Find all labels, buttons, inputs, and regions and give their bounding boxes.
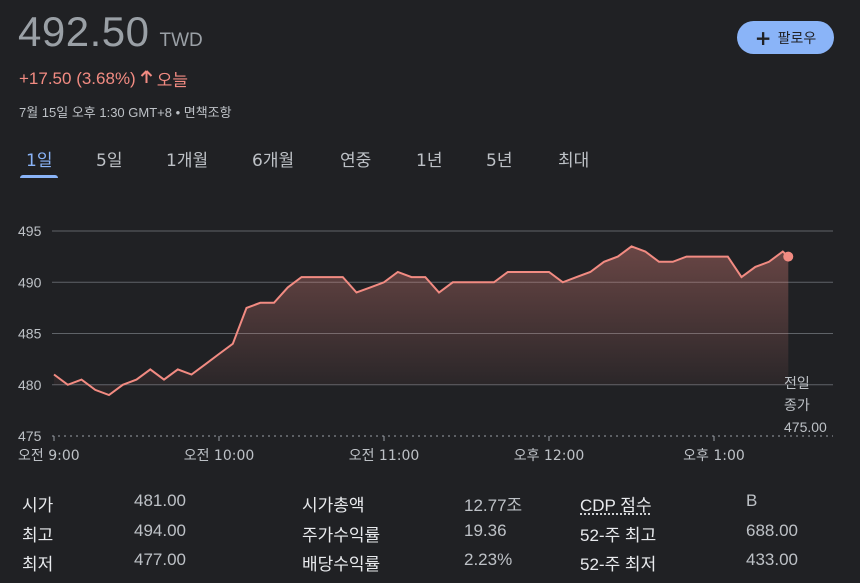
x-tick-label: 오전 10:00 [184,448,255,464]
stat-market-cap: 시가총액 12.77조 [302,496,523,515]
currency-code: TWD [159,30,203,51]
tab-max[interactable]: 최대 [552,146,595,178]
follow-label: 팔로우 [777,30,817,47]
stat-52w-high: 52-주 최고 688.00 [580,521,798,545]
x-tick-label: 오전 11:00 [349,448,420,464]
stat-open: 시가 481.00 [22,491,186,515]
stat-pe-ratio: 주가수익률 19.36 [302,521,507,545]
y-tick-label: 485 [18,326,42,342]
tab-1d[interactable]: 1일 [20,146,59,178]
x-tick-label: 오전 9:00 [18,448,80,464]
tab-ytd[interactable]: 연중 [334,146,377,178]
y-tick-label: 475 [18,428,42,444]
tab-1m[interactable]: 1개월 [160,146,214,178]
current-price: 492.50 [18,8,150,55]
active-tab-indicator [20,175,59,178]
x-tick-label: 오후 1:00 [683,448,745,464]
change-amount: +17.50 (3.68%) [19,68,136,88]
plus-icon: + [754,25,772,50]
tab-5d[interactable]: 5일 [90,146,128,178]
price-change: +17.50 (3.68%) 오늘 [19,66,188,91]
y-tick-label: 490 [18,274,42,290]
previous-close-value: 475.00 [784,419,827,435]
tab-5y[interactable]: 5년 [480,146,518,178]
stat-cdp-score[interactable]: CDP 점수 B [580,491,757,516]
price-chart[interactable]: 475 480 485 490 495 전일 종가 475.00 오전 9:00 오전 1… [0,200,860,470]
time-range-tabs: 1일 5일 1개월 6개월 연중 1년 5년 최대 [0,146,860,180]
timestamp-disclaimer: 7월 15일 오후 1:30 GMT+8 • 면책조항 [19,105,232,120]
tab-6m[interactable]: 6개월 [246,146,300,178]
price-header: 492.50 TWD [18,8,203,56]
last-price-dot [783,251,794,262]
y-tick-label: 495 [18,223,42,239]
stat-52w-low: 52-주 최저 433.00 [580,550,798,574]
previous-close-label-line2: 종가 [784,398,810,414]
arrow-up-icon [140,69,153,89]
previous-close-label-line1: 전일 [784,376,810,392]
x-axis: 오전 9:00 오전 10:00 오전 11:00 오후 12:00 오후 1:00 [18,436,745,464]
change-period: 오늘 [156,71,188,90]
stat-dividend-yield: 배당수익률 2.23% [302,550,513,574]
price-area [54,246,789,395]
follow-button[interactable]: + 팔로우 [737,21,834,54]
stat-low: 최저 477.00 [22,550,186,574]
y-tick-label: 480 [18,377,42,393]
tab-1y[interactable]: 1년 [410,146,448,178]
stat-high: 최고 494.00 [22,521,186,545]
y-axis: 475 480 485 490 495 [18,223,42,444]
x-tick-label: 오후 12:00 [514,448,585,464]
